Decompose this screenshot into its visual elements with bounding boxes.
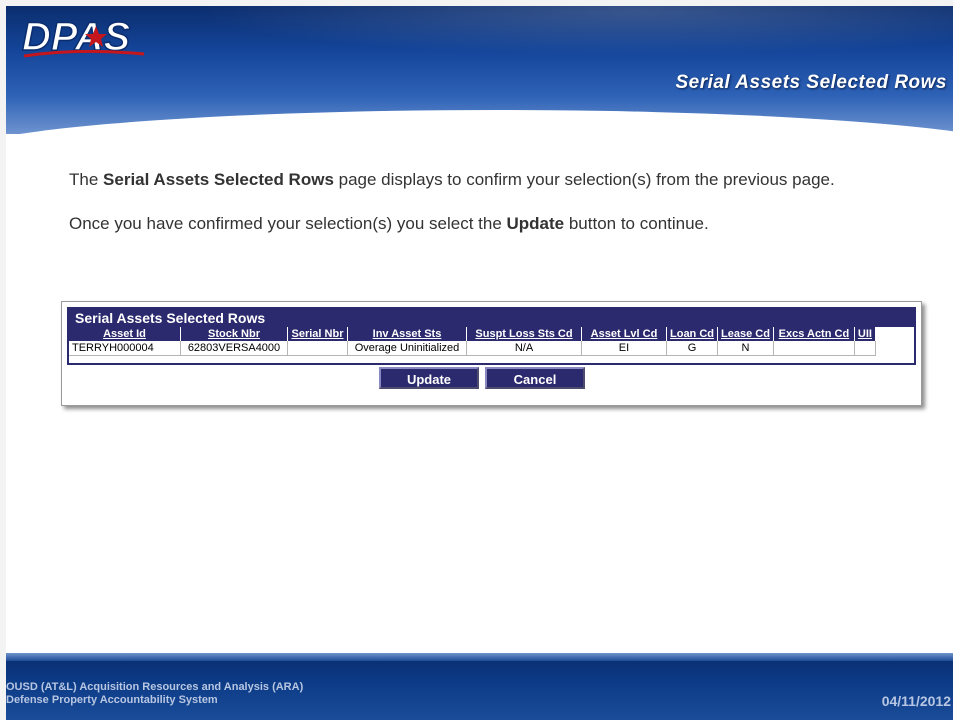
- footer-organization: OUSD (AT&L) Acquisition Resources and An…: [6, 681, 303, 707]
- footer-date: 04/11/2012: [881, 693, 951, 709]
- para2-prefix: Once you have confirmed your selection(s…: [69, 214, 507, 233]
- para1-prefix: The: [69, 170, 104, 189]
- grid-title: Serial Assets Selected Rows: [69, 309, 914, 327]
- para2-suffix: button to continue.: [564, 214, 709, 233]
- para1-bold: Serial Assets Selected Rows: [103, 170, 334, 189]
- header-shine: [186, 6, 953, 56]
- slide-canvas: DPAS Serial Assets Selected Rows The Ser…: [6, 6, 953, 720]
- column-header-asset-lvl-cd[interactable]: Asset Lvl Cd: [581, 327, 667, 341]
- table-header-row: Asset Id Stock Nbr Serial Nbr Inv Asset …: [69, 327, 876, 341]
- cell-uii: [854, 341, 876, 356]
- cell-lease-cd: N: [717, 341, 774, 356]
- column-header-lease-cd[interactable]: Lease Cd: [717, 327, 774, 341]
- column-header-loan-cd[interactable]: Loan Cd: [666, 327, 718, 341]
- cell-serial-nbr: [287, 341, 348, 356]
- cell-asset-id: TERRYH000004: [69, 341, 181, 356]
- instructions: The Serial Assets Selected Rows page dis…: [69, 168, 899, 256]
- cancel-button[interactable]: Cancel: [485, 367, 585, 389]
- cell-inv-asset-sts: Overage Uninitialized: [347, 341, 467, 356]
- screenshot-panel: Serial Assets Selected Rows Asset Id Sto…: [61, 301, 922, 406]
- column-header-uii[interactable]: UII: [854, 327, 876, 341]
- cell-excs-actn-cd: [773, 341, 855, 356]
- column-header-asset-id[interactable]: Asset Id: [69, 327, 181, 341]
- selected-rows-table: Asset Id Stock Nbr Serial Nbr Inv Asset …: [69, 327, 876, 356]
- update-button[interactable]: Update: [379, 367, 479, 389]
- para2-bold: Update: [506, 214, 565, 233]
- table-row[interactable]: TERRYH000004 62803VERSA4000 Overage Unin…: [69, 341, 876, 356]
- slide-frame: DPAS Serial Assets Selected Rows The Ser…: [0, 0, 953, 720]
- header-curve: [6, 110, 953, 134]
- column-header-excs-actn-cd[interactable]: Excs Actn Cd: [773, 327, 855, 341]
- para1-suffix: page displays to confirm your selection(…: [333, 170, 835, 189]
- cell-loan-cd: G: [666, 341, 718, 356]
- instruction-paragraph-2: Once you have confirmed your selection(s…: [69, 212, 899, 236]
- footer-org-line-1: OUSD (AT&L) Acquisition Resources and An…: [6, 681, 304, 693]
- dpas-logo: DPAS: [21, 14, 145, 60]
- slide-footer: OUSD (AT&L) Acquisition Resources and An…: [6, 653, 953, 720]
- column-header-inv-asset-sts[interactable]: Inv Asset Sts: [347, 327, 467, 341]
- footer-org-line-2: Defense Property Accountability System: [6, 694, 218, 706]
- slide-header: DPAS Serial Assets Selected Rows: [6, 6, 953, 134]
- cell-stock-nbr: 62803VERSA4000: [180, 341, 288, 356]
- column-header-serial-nbr[interactable]: Serial Nbr: [287, 327, 348, 341]
- footer-divider: [6, 653, 953, 661]
- slide-title: Serial Assets Selected Rows: [675, 72, 947, 93]
- serial-assets-grid: Serial Assets Selected Rows Asset Id Sto…: [67, 307, 916, 365]
- column-header-suspt-loss-sts-cd[interactable]: Suspt Loss Sts Cd: [466, 327, 582, 341]
- column-header-stock-nbr[interactable]: Stock Nbr: [180, 327, 288, 341]
- instruction-paragraph-1: The Serial Assets Selected Rows page dis…: [69, 168, 899, 192]
- cell-suspt-loss-sts-cd: N/A: [466, 341, 582, 356]
- cell-asset-lvl-cd: EI: [581, 341, 667, 356]
